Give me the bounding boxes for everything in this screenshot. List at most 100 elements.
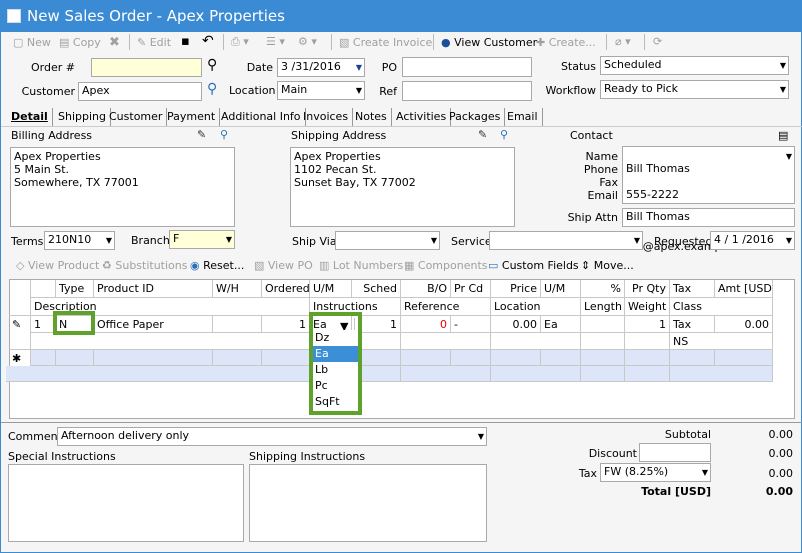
cell-amt[interactable]: 0.00 [715, 316, 773, 333]
chevron-down-icon[interactable]: ▼ [786, 150, 792, 163]
new-row-cell[interactable] [401, 350, 451, 366]
column-header[interactable]: % [581, 280, 625, 298]
cell-um2[interactable]: Ea [541, 316, 581, 333]
view-po-button[interactable]: ▧ View PO [254, 259, 313, 272]
cell-row2[interactable] [625, 333, 670, 350]
cell-prqty[interactable]: 1 [625, 316, 670, 333]
requested-date-picker[interactable]: 4 / 1 /2016 ▼ [710, 231, 795, 250]
location-select[interactable]: Main ▼ [277, 81, 365, 100]
new-row-cell[interactable] [625, 366, 670, 382]
column-header[interactable]: B/O [401, 280, 451, 298]
column-header[interactable]: U/M [541, 280, 581, 298]
new-row-cell[interactable] [581, 350, 625, 366]
special-instructions-input[interactable] [8, 464, 244, 542]
column-header[interactable]: Class [670, 298, 773, 316]
order-number-input[interactable] [91, 58, 202, 77]
column-header[interactable]: U/M [310, 280, 352, 298]
tab-detail[interactable]: Detail [7, 108, 53, 126]
new-row-cell[interactable] [625, 350, 670, 366]
po-input[interactable] [402, 57, 532, 77]
ship-attn-input[interactable]: Bill Thomas [622, 208, 795, 227]
discount-input[interactable] [639, 443, 711, 462]
report-icon[interactable]: ☰ ▾ [266, 35, 285, 48]
tab-customer[interactable]: Customer [105, 108, 168, 126]
status-select[interactable]: Scheduled ▼ [600, 56, 789, 75]
ref-input[interactable] [402, 81, 532, 101]
new-row-cell[interactable] [670, 350, 715, 366]
create-button[interactable]: ✚ Create... [536, 36, 596, 49]
new-row-cell[interactable] [581, 366, 625, 382]
cell-ordered[interactable]: 1 [262, 316, 310, 333]
branch-select[interactable]: F ▼ [169, 230, 235, 249]
search-icon[interactable]: ⚲ [207, 57, 217, 73]
contact-card-icon[interactable]: ▤ [778, 129, 788, 142]
new-button[interactable]: ▢ New [13, 36, 51, 49]
settings-icon[interactable]: ⚙ ▾ [298, 35, 317, 48]
ship-via-select[interactable]: ▼ [335, 231, 440, 250]
column-header[interactable]: Weight [625, 298, 670, 316]
tab-shipping[interactable]: Shipping [54, 108, 111, 126]
reset-button[interactable]: ◉ Reset... [190, 259, 244, 272]
new-row-cell[interactable] [94, 350, 213, 366]
column-header[interactable]: Type [56, 280, 94, 298]
components-button[interactable]: ▦ Components [404, 259, 487, 272]
create-invoice-button[interactable]: ▧ Create Invoice [339, 36, 432, 49]
column-header[interactable]: Location [491, 298, 581, 316]
cell-row2[interactable] [31, 333, 310, 350]
new-row-cell[interactable] [491, 350, 541, 366]
new-row-cell[interactable] [451, 350, 491, 366]
copy-button[interactable]: ▤ Copy [59, 36, 101, 49]
new-row-cell[interactable] [262, 350, 310, 366]
move-button[interactable]: ⇕ Move... [581, 259, 634, 272]
edit-button[interactable]: ✎ Edit [137, 36, 171, 49]
column-header[interactable]: Pr Qty [625, 280, 670, 298]
view-product-button[interactable]: ◇ View Product [16, 259, 99, 272]
lot-numbers-button[interactable]: ▥ Lot Numbers [319, 259, 403, 272]
view-customer-button[interactable]: ● View Customer [441, 36, 537, 49]
print-icon[interactable]: ⎙ ▾ [231, 35, 249, 49]
shipping-instructions-input[interactable] [249, 464, 487, 542]
column-header[interactable]: Product ID [94, 280, 213, 298]
billing-address-box[interactable]: Apex Properties 5 Main St. Somewhere, TX… [10, 147, 235, 227]
column-header[interactable]: Reference [401, 298, 491, 316]
custom-fields-button[interactable]: ▭ Custom Fields [488, 259, 579, 272]
undo-icon[interactable]: ↶ [202, 33, 214, 49]
cell-pct[interactable] [581, 316, 625, 333]
save-icon[interactable]: ▪ [181, 34, 190, 49]
new-row-cell[interactable] [401, 366, 491, 382]
delete-icon[interactable]: ✖ [109, 35, 120, 50]
workflow-select[interactable]: Ready to Pick ▼ [600, 80, 789, 99]
cell-row2[interactable] [581, 333, 625, 350]
column-header[interactable]: Tax [670, 280, 715, 298]
cell-row2[interactable]: NS [670, 333, 773, 350]
cell-prcd[interactable]: - [451, 316, 491, 333]
tax-select[interactable]: FW (8.25%) ▼ [600, 463, 711, 482]
cell-tax[interactable]: Tax [670, 316, 715, 333]
new-row-cell[interactable] [213, 350, 262, 366]
cell-row2[interactable] [491, 333, 581, 350]
column-header[interactable]: Length [581, 298, 625, 316]
tab-packages[interactable]: Packages [445, 108, 506, 126]
tab-activities[interactable]: Activities [392, 108, 452, 126]
comment-select[interactable]: Afternoon delivery only ▼ [57, 427, 487, 446]
substitutions-button[interactable]: ♻ Substitutions [102, 259, 187, 272]
tab-payment[interactable]: Payment [163, 108, 221, 126]
new-row-cell[interactable] [715, 350, 773, 366]
contact-box[interactable]: Bill Thomas 555-2222 555-1000 Bill@apex.… [622, 146, 795, 253]
cell-bo[interactable]: 0 [401, 316, 451, 333]
tab-invoices[interactable]: Invoices [299, 108, 354, 126]
search-icon[interactable]: ⚲ [207, 81, 217, 97]
attachment-icon[interactable]: ⌀ ▾ [615, 35, 631, 48]
new-row-cell[interactable] [31, 350, 56, 366]
tab-notes[interactable]: Notes [351, 108, 392, 126]
column-header[interactable]: Pr Cd [451, 280, 491, 298]
map-pin-icon[interactable]: ⚲ [500, 128, 508, 141]
cell-price[interactable]: 0.00 [491, 316, 541, 333]
terms-select[interactable]: 210N10 ▼ [44, 231, 115, 250]
new-row-cell[interactable] [56, 350, 94, 366]
date-picker[interactable]: 3 /31/2016 ▼ [277, 58, 365, 77]
new-row-cell[interactable] [491, 366, 581, 382]
service-select[interactable]: ▼ [489, 231, 643, 250]
new-row-cell[interactable] [541, 350, 581, 366]
customer-input[interactable]: Apex [78, 82, 202, 101]
